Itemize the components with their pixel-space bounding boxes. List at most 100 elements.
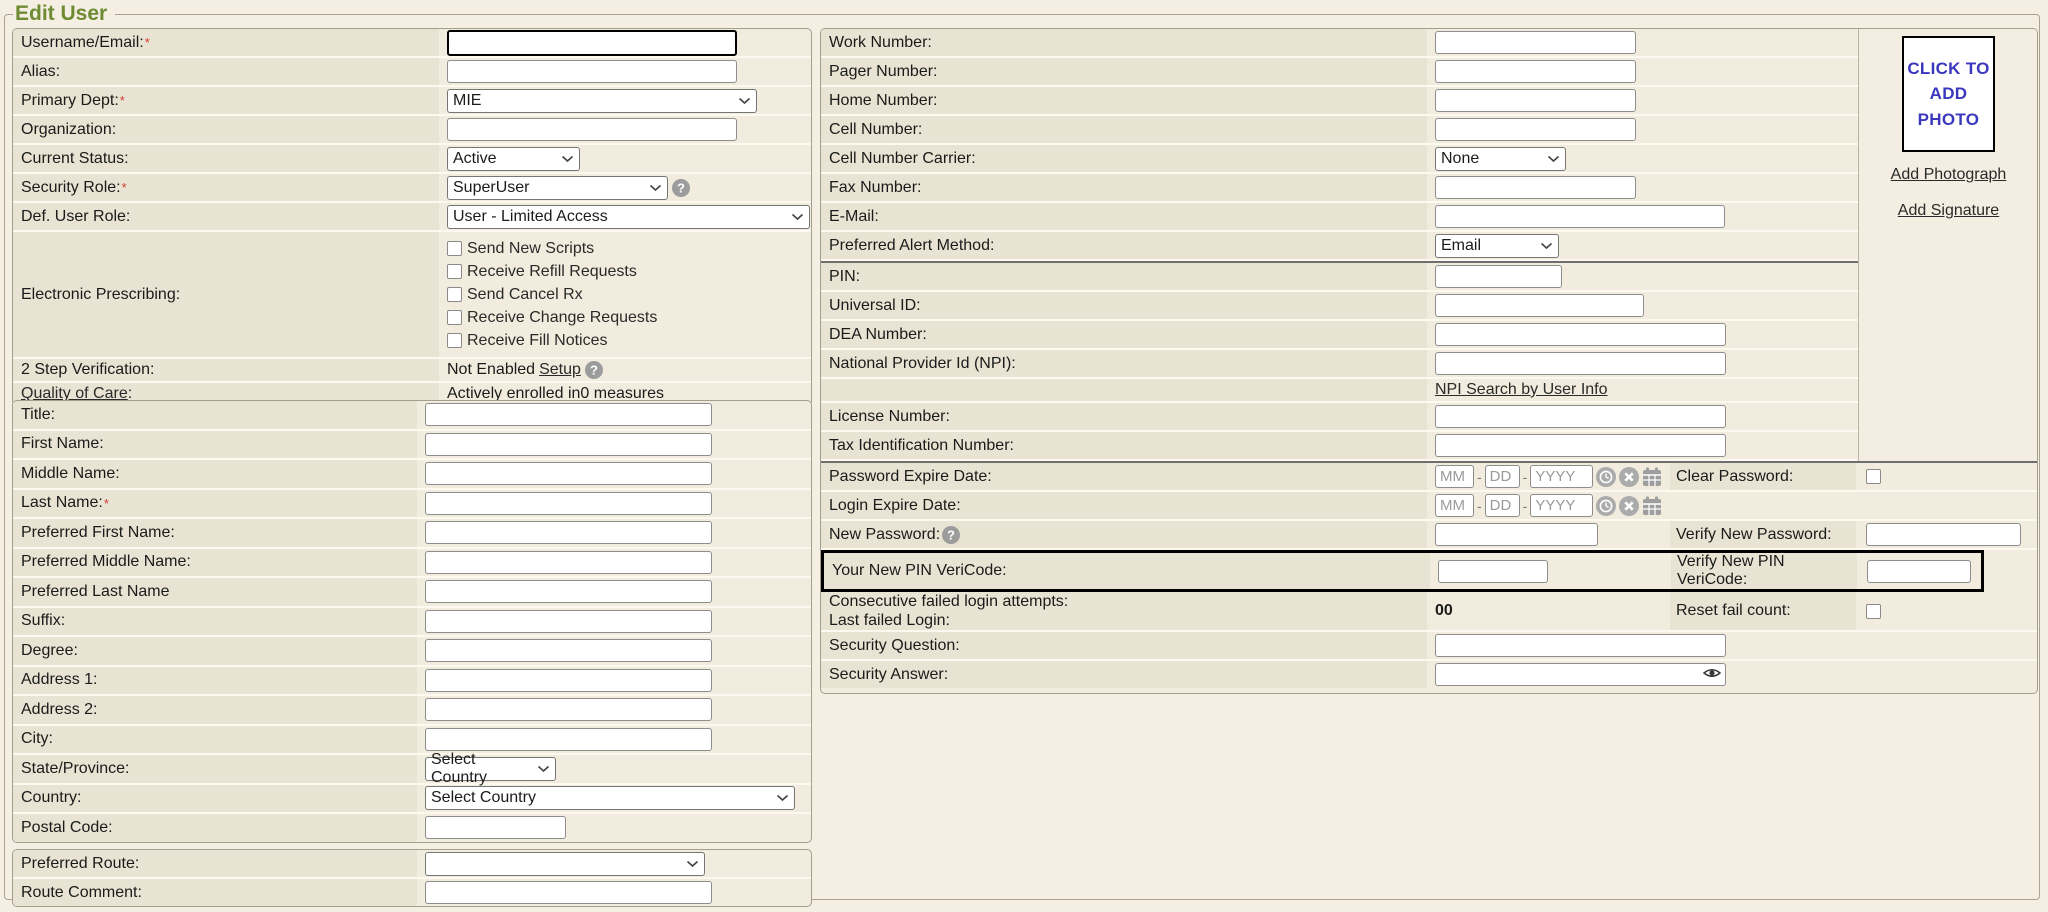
clear-date-icon[interactable] <box>1619 467 1639 487</box>
last-name-label: Last Name:* <box>13 490 417 518</box>
row-universal-id: Universal ID: <box>821 292 1858 321</box>
work-number-input[interactable] <box>1435 31 1636 54</box>
password-expire-yyyy-input[interactable] <box>1530 465 1593 488</box>
city-input[interactable] <box>425 728 712 751</box>
eprescribing-label: Electronic Prescribing: <box>13 232 439 357</box>
security-answer-input[interactable] <box>1435 663 1726 686</box>
def-user-role-label: Def. User Role: <box>13 203 439 230</box>
receive-change-requests-checkbox[interactable] <box>447 310 462 325</box>
password-expire-dd-input[interactable] <box>1485 465 1520 488</box>
checkbox-receive-refill-requests[interactable]: Receive Refill Requests <box>447 260 637 283</box>
address2-input[interactable] <box>425 698 712 721</box>
pref-last-name-input[interactable] <box>425 580 712 603</box>
required-asterisk: * <box>104 496 109 511</box>
postal-code-input[interactable] <box>425 816 566 839</box>
help-icon[interactable] <box>585 361 603 379</box>
account-section: Username/Email:* Alias: Primary Dept:* M… <box>12 28 812 406</box>
tax-id-input[interactable] <box>1435 434 1726 457</box>
npi-search-link[interactable]: NPI Search by User Info <box>1435 381 1608 399</box>
login-expire-yyyy-input[interactable] <box>1530 494 1593 517</box>
license-number-input[interactable] <box>1435 405 1726 428</box>
organization-input[interactable] <box>447 118 737 141</box>
verify-new-password-input[interactable] <box>1866 523 2021 546</box>
add-photo-placeholder[interactable]: CLICK TO ADD PHOTO <box>1902 36 1995 152</box>
username-input[interactable] <box>447 30 737 56</box>
suffix-input[interactable] <box>425 610 712 633</box>
verify-new-pin-vericode-input[interactable] <box>1867 560 1971 583</box>
two-step-setup-link[interactable]: Setup <box>539 361 581 379</box>
middle-name-input[interactable] <box>425 462 712 485</box>
row-pin: PIN: <box>821 261 1858 292</box>
home-number-input[interactable] <box>1435 89 1636 112</box>
calendar-icon[interactable] <box>1642 467 1662 487</box>
chevron-down-icon <box>791 213 804 221</box>
password-expire-mm-input[interactable] <box>1435 465 1474 488</box>
state-province-select[interactable]: Select Country <box>425 757 556 781</box>
last-name-input[interactable] <box>425 492 712 515</box>
row-dea-number: DEA Number: <box>821 321 1858 350</box>
new-password-input[interactable] <box>1435 523 1598 546</box>
email-input[interactable] <box>1435 205 1725 228</box>
pager-number-input[interactable] <box>1435 60 1636 83</box>
security-role-select[interactable]: SuperUser <box>447 176 668 200</box>
security-question-input[interactable] <box>1435 634 1726 657</box>
show-password-eye-icon[interactable] <box>1703 666 1721 680</box>
send-new-scripts-checkbox[interactable] <box>447 241 462 256</box>
calendar-icon[interactable] <box>1642 496 1662 516</box>
clear-password-checkbox[interactable] <box>1866 469 1881 484</box>
receive-fill-notices-checkbox[interactable] <box>447 333 462 348</box>
row-address2: Address 2: <box>13 696 811 726</box>
alert-method-select[interactable]: Email <box>1435 234 1559 258</box>
dea-number-input[interactable] <box>1435 323 1726 346</box>
country-select[interactable]: Select Country <box>425 786 795 810</box>
pref-middle-name-input[interactable] <box>425 551 712 574</box>
primary-dept-select[interactable]: MIE <box>447 89 757 113</box>
cell-number-input[interactable] <box>1435 118 1636 141</box>
alias-input[interactable] <box>447 60 737 83</box>
checkbox-receive-change-requests[interactable]: Receive Change Requests <box>447 306 657 329</box>
login-expire-label: Login Expire Date: <box>821 492 1427 519</box>
route-comment-input[interactable] <box>425 881 712 904</box>
row-vericode: Your New PIN VeriCode: Verify New PIN Ve… <box>824 553 1981 589</box>
checkbox-send-cancel-rx[interactable]: Send Cancel Rx <box>447 283 583 306</box>
chevron-down-icon <box>1540 242 1553 250</box>
receive-refill-requests-checkbox[interactable] <box>447 264 462 279</box>
npi-input[interactable] <box>1435 352 1726 375</box>
row-postal-code: Postal Code: <box>13 814 811 842</box>
current-status-select[interactable]: Active <box>447 147 580 171</box>
checkbox-receive-fill-notices[interactable]: Receive Fill Notices <box>447 329 607 352</box>
vericode-highlight-row: Your New PIN VeriCode: Verify New PIN Ve… <box>821 550 1984 592</box>
new-pin-vericode-input[interactable] <box>1438 560 1548 583</box>
preferred-route-select[interactable] <box>425 852 705 876</box>
degree-input[interactable] <box>425 639 712 662</box>
route-comment-label: Route Comment: <box>13 879 417 906</box>
clear-date-icon[interactable] <box>1619 496 1639 516</box>
time-icon[interactable] <box>1596 496 1616 516</box>
work-number-label: Work Number: <box>821 29 1427 56</box>
def-user-role-select[interactable]: User - Limited Access <box>447 205 810 229</box>
universal-id-input[interactable] <box>1435 294 1644 317</box>
checkbox-send-new-scripts[interactable]: Send New Scripts <box>447 237 594 260</box>
time-icon[interactable] <box>1596 467 1616 487</box>
fax-number-input[interactable] <box>1435 176 1636 199</box>
cell-carrier-select[interactable]: None <box>1435 147 1566 171</box>
help-icon[interactable] <box>942 526 960 544</box>
row-two-step: 2 Step Verification: Not Enabled Setup <box>13 359 811 383</box>
security-question-label: Security Question: <box>821 632 1427 659</box>
title-input[interactable] <box>425 403 712 426</box>
add-photograph-link[interactable]: Add Photograph <box>1891 166 2007 184</box>
add-signature-link[interactable]: Add Signature <box>1898 202 1999 220</box>
pref-first-name-input[interactable] <box>425 521 712 544</box>
help-icon[interactable] <box>672 179 690 197</box>
first-name-input[interactable] <box>425 433 712 456</box>
name-address-section: Title: First Name: Middle Name: Last Nam… <box>12 400 812 843</box>
pin-input[interactable] <box>1435 265 1562 288</box>
login-expire-mm-input[interactable] <box>1435 494 1474 517</box>
row-new-password: New Password: Verify New Password: <box>821 521 2037 550</box>
send-cancel-rx-checkbox[interactable] <box>447 287 462 302</box>
row-primary-dept: Primary Dept:* MIE <box>13 87 811 116</box>
reset-fail-count-checkbox[interactable] <box>1866 604 1881 619</box>
cell-carrier-label: Cell Number Carrier: <box>821 145 1427 172</box>
login-expire-dd-input[interactable] <box>1485 494 1520 517</box>
address1-input[interactable] <box>425 669 712 692</box>
